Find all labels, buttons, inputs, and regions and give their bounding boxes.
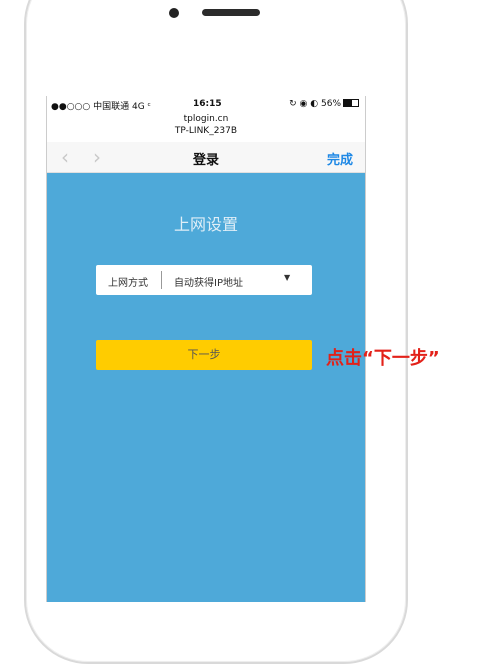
connection-type-value: 自动获得IP地址	[174, 278, 243, 289]
setup-content: 上网设置 上网方式 自动获得IP地址 ▼ 下一步	[47, 173, 365, 602]
done-button[interactable]: 完成	[327, 149, 353, 168]
battery-percent: ↻ ◉ ◐ 56%	[289, 99, 341, 109]
dropdown-caret-icon: ▼	[284, 273, 291, 282]
status-indicators: ↻ ◉ ◐ 56%	[289, 99, 359, 109]
phone-screen: ●●○○○ 中国联通 4G ᶜ 16:15 ↻ ◉ ◐ 56% tplogin.…	[46, 96, 366, 602]
page-title: 登录	[192, 153, 219, 168]
connection-type-label: 上网方式	[108, 278, 148, 289]
instruction-annotation: 点击“下一步”	[326, 348, 440, 369]
section-title: 上网设置	[173, 215, 238, 234]
url-page-title: TP-LINK_237B	[174, 126, 238, 136]
next-step-button[interactable]: 下一步	[96, 340, 312, 370]
front-camera	[169, 8, 179, 18]
select-divider	[161, 271, 162, 289]
url-domain: tplogin.cn	[183, 114, 229, 124]
status-time: 16:15	[193, 99, 222, 109]
navigation-bar: ‹ › 登录 完成	[47, 142, 365, 173]
carrier-signal: ●●○○○ 中国联通 4G ᶜ	[51, 102, 151, 112]
connection-type-select[interactable]: 上网方式 自动获得IP地址 ▼	[96, 265, 312, 295]
url-bar[interactable]: tplogin.cn TP-LINK_237B	[47, 113, 365, 137]
status-bar: ●●○○○ 中国联通 4G ᶜ 16:15 ↻ ◉ ◐ 56%	[47, 96, 365, 114]
earpiece-speaker	[202, 9, 260, 16]
battery-icon	[343, 99, 359, 107]
